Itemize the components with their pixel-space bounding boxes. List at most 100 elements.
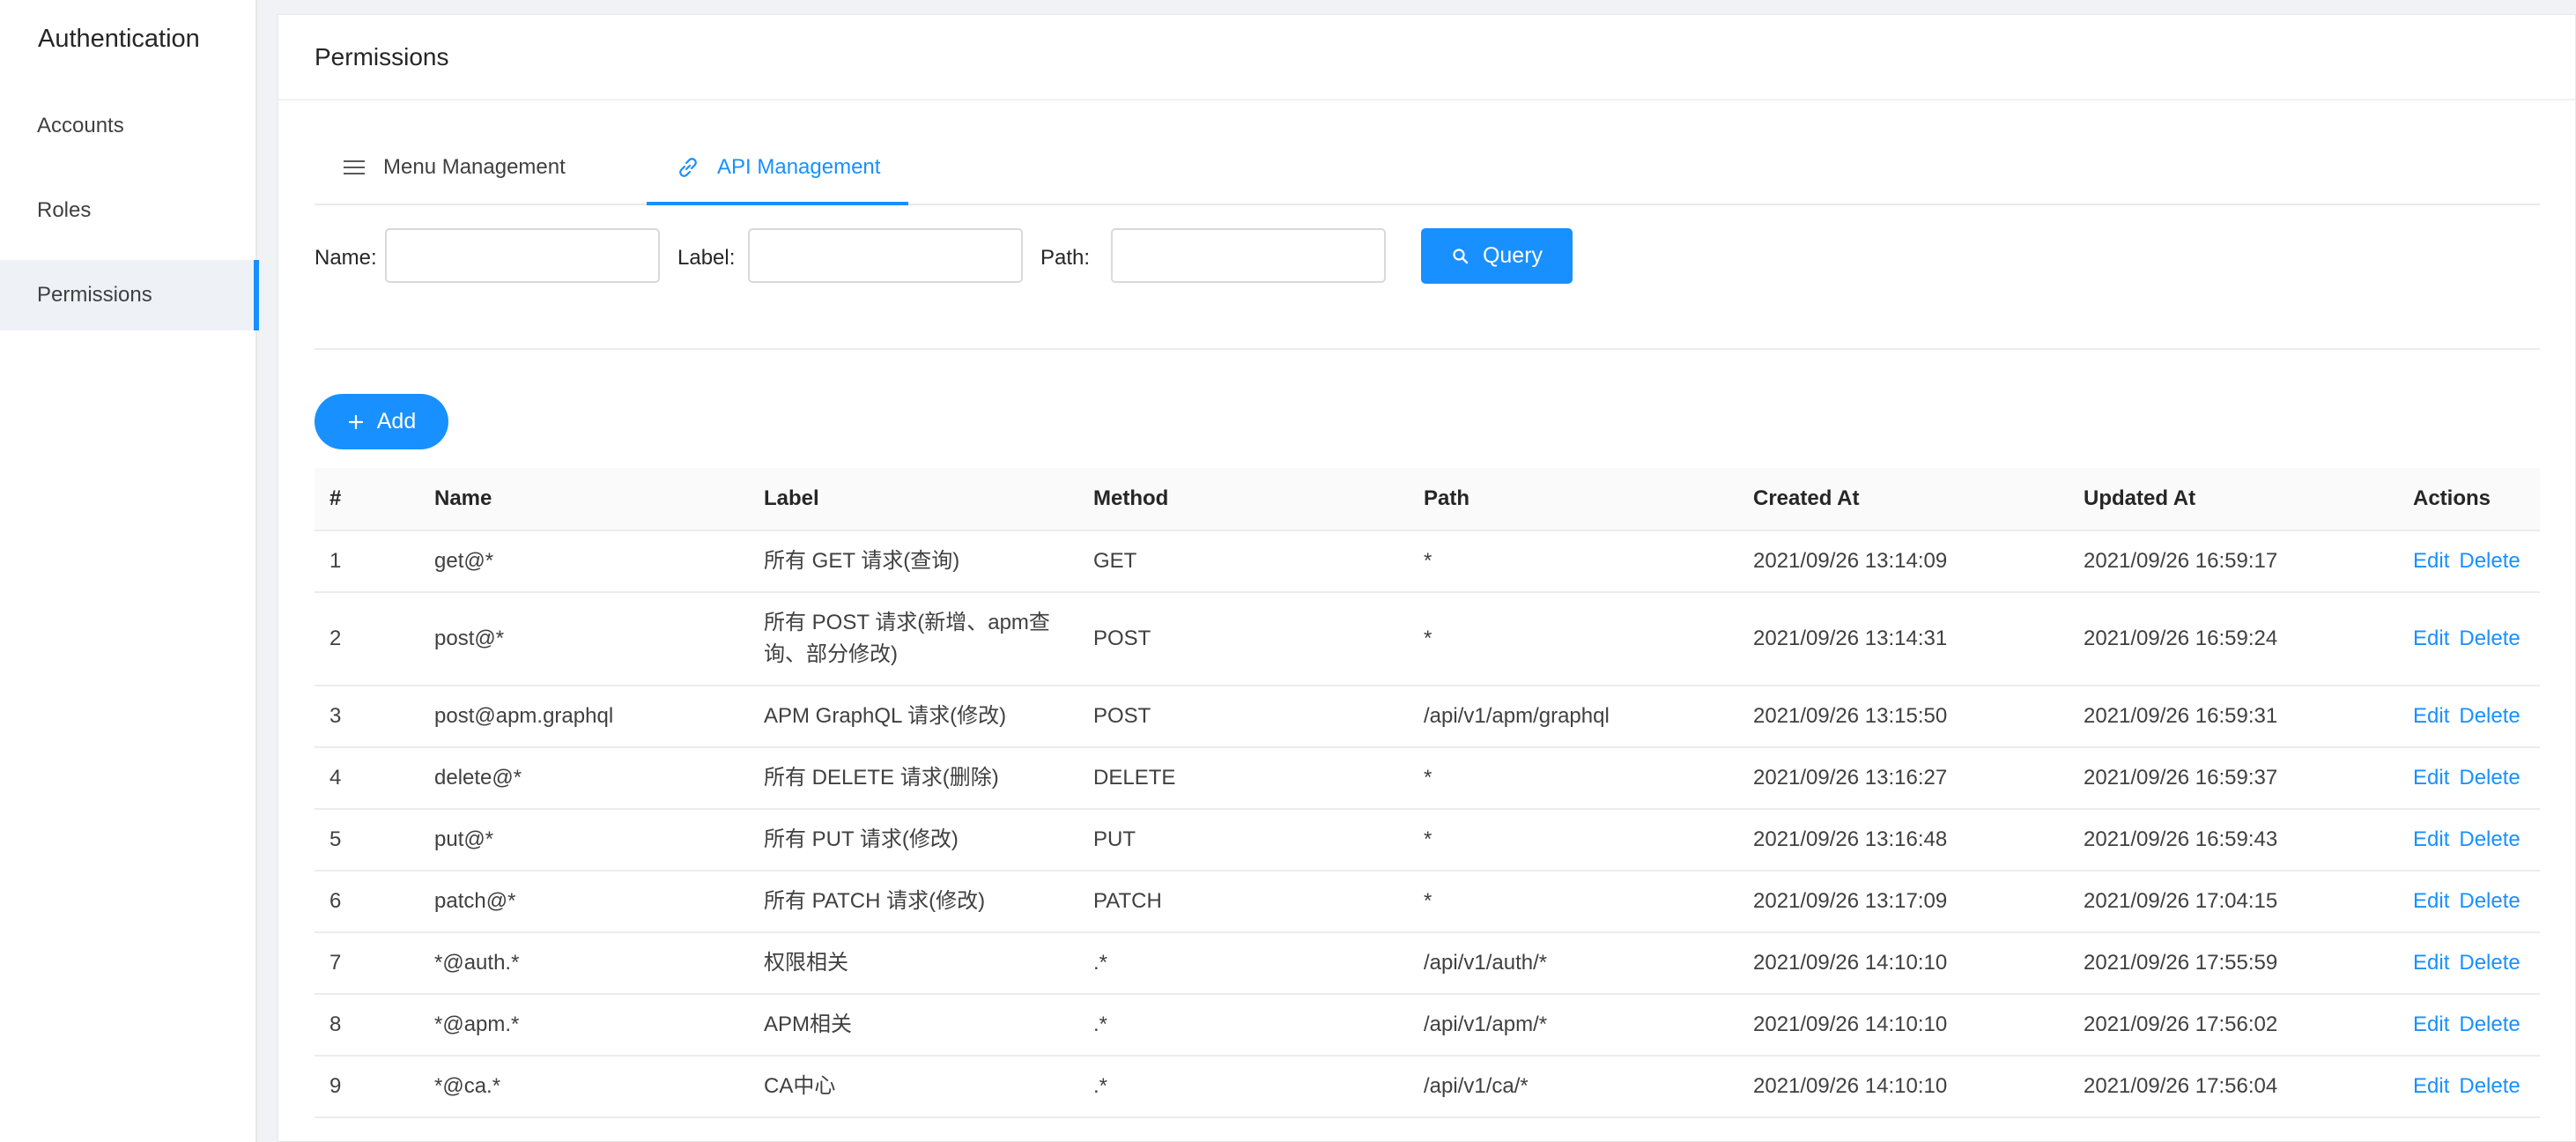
cell-method: POST bbox=[1093, 704, 1151, 728]
cell-path: * bbox=[1424, 766, 1432, 790]
cell-updated-at: 2021/09/26 17:04:15 bbox=[2084, 889, 2278, 913]
query-button[interactable]: Query bbox=[1421, 228, 1573, 284]
column-header-actions: Actions bbox=[2413, 486, 2491, 510]
cell-label: 权限相关 bbox=[764, 951, 848, 975]
sidebar-item-permissions[interactable]: Permissions bbox=[0, 260, 259, 330]
cell-method: POST bbox=[1093, 627, 1151, 650]
cell-method: GET bbox=[1093, 549, 1137, 573]
cell-actions: Edit Delete bbox=[2413, 995, 2520, 1055]
table-row: 3 post@apm.graphql APM GraphQL 请求(修改) PO… bbox=[315, 686, 2540, 748]
edit-link[interactable]: Edit bbox=[2413, 1071, 2449, 1102]
column-header-method: Method bbox=[1093, 486, 1169, 510]
delete-link[interactable]: Delete bbox=[2459, 701, 2520, 732]
cell-label: 所有 DELETE 请求(删除) bbox=[764, 766, 999, 790]
cell-index: 3 bbox=[329, 704, 342, 728]
cell-name: patch@* bbox=[434, 889, 516, 913]
cell-label: 所有 PATCH 请求(修改) bbox=[764, 889, 986, 913]
cell-updated-at: 2021/09/26 16:59:17 bbox=[2084, 549, 2278, 573]
name-input[interactable] bbox=[385, 228, 660, 283]
tab-bar: Menu Management API Management bbox=[315, 131, 2540, 205]
cell-actions: Edit Delete bbox=[2413, 531, 2520, 591]
cell-index: 5 bbox=[329, 827, 342, 851]
edit-link[interactable]: Edit bbox=[2413, 623, 2449, 655]
label-input[interactable] bbox=[748, 228, 1023, 283]
delete-link[interactable]: Delete bbox=[2459, 762, 2520, 794]
sidebar-item-accounts[interactable]: Accounts bbox=[0, 91, 257, 161]
cell-label: 所有 GET 请求(查询) bbox=[764, 549, 960, 573]
tab-menu-management[interactable]: Menu Management bbox=[341, 131, 566, 204]
cell-actions: Edit Delete bbox=[2413, 871, 2520, 931]
add-label: Add bbox=[376, 409, 417, 434]
column-header-name: Name bbox=[434, 486, 492, 510]
name-label: Name: bbox=[315, 246, 377, 270]
cell-path: /api/v1/apm/* bbox=[1424, 1012, 1548, 1036]
tab-label: Menu Management bbox=[383, 155, 566, 179]
table-row: 2 post@* 所有 POST 请求(新增、apm查询、部分修改) POST … bbox=[315, 593, 2540, 686]
delete-link[interactable]: Delete bbox=[2459, 1009, 2520, 1041]
cell-path: /api/v1/auth/* bbox=[1424, 951, 1548, 975]
delete-link[interactable]: Delete bbox=[2459, 886, 2520, 917]
cell-actions: Edit Delete bbox=[2413, 686, 2520, 746]
cell-path: /api/v1/ca/* bbox=[1424, 1074, 1529, 1098]
cell-actions: Edit Delete bbox=[2413, 810, 2520, 870]
path-input[interactable] bbox=[1111, 228, 1386, 283]
edit-link[interactable]: Edit bbox=[2413, 886, 2449, 917]
add-button[interactable]: Add bbox=[315, 394, 448, 449]
column-header-path: Path bbox=[1424, 486, 1470, 510]
column-header-created-at: Created At bbox=[1753, 486, 1860, 510]
table-row: 1 get@* 所有 GET 请求(查询) GET * 2021/09/26 1… bbox=[315, 531, 2540, 593]
cell-label: APM相关 bbox=[764, 1012, 853, 1036]
cell-name: get@* bbox=[434, 549, 494, 573]
cell-created-at: 2021/09/26 13:16:27 bbox=[1753, 766, 1948, 790]
edit-link[interactable]: Edit bbox=[2413, 762, 2449, 794]
cell-updated-at: 2021/09/26 16:59:37 bbox=[2084, 766, 2278, 790]
table-row: 5 put@* 所有 PUT 请求(修改) PUT * 2021/09/26 1… bbox=[315, 810, 2540, 871]
delete-link[interactable]: Delete bbox=[2459, 1071, 2520, 1102]
cell-index: 7 bbox=[329, 951, 342, 975]
tab-label: API Management bbox=[717, 155, 881, 179]
column-header-index: # bbox=[329, 486, 342, 510]
cell-label: APM GraphQL 请求(修改) bbox=[764, 704, 1007, 728]
edit-link[interactable]: Edit bbox=[2413, 545, 2449, 577]
cell-index: 8 bbox=[329, 1012, 342, 1036]
label-label: Label: bbox=[677, 246, 736, 270]
menu-icon bbox=[344, 160, 365, 174]
cell-name: post@* bbox=[434, 627, 505, 650]
search-icon bbox=[1453, 248, 1469, 263]
delete-link[interactable]: Delete bbox=[2459, 623, 2520, 655]
cell-name: delete@* bbox=[434, 766, 522, 790]
cell-index: 4 bbox=[329, 766, 342, 790]
column-header-label: Label bbox=[764, 486, 819, 510]
tab-api-management[interactable]: API Management bbox=[646, 131, 909, 205]
table-row: 7 *@auth.* 权限相关 .* /api/v1/auth/* 2021/0… bbox=[315, 933, 2540, 995]
cell-label: 所有 POST 请求(新增、apm查询、部分修改) bbox=[764, 611, 1050, 666]
cell-created-at: 2021/09/26 13:17:09 bbox=[1753, 889, 1948, 913]
divider bbox=[315, 348, 2540, 350]
cell-method: PUT bbox=[1093, 827, 1136, 851]
edit-link[interactable]: Edit bbox=[2413, 701, 2449, 732]
delete-link[interactable]: Delete bbox=[2459, 824, 2520, 856]
cell-actions: Edit Delete bbox=[2413, 593, 2520, 685]
delete-link[interactable]: Delete bbox=[2459, 545, 2520, 577]
cell-updated-at: 2021/09/26 16:59:43 bbox=[2084, 827, 2278, 851]
link-icon bbox=[679, 158, 697, 177]
cell-created-at: 2021/09/26 13:16:48 bbox=[1753, 827, 1948, 851]
cell-updated-at: 2021/09/26 17:55:59 bbox=[2084, 951, 2278, 975]
cell-name: *@auth.* bbox=[434, 951, 520, 975]
delete-link[interactable]: Delete bbox=[2459, 947, 2520, 979]
sidebar-item-label: Roles bbox=[37, 198, 92, 222]
cell-actions: Edit Delete bbox=[2413, 1057, 2520, 1116]
sidebar: Authentication Accounts Roles Permission… bbox=[0, 0, 259, 1142]
column-header-updated-at: Updated At bbox=[2084, 486, 2196, 510]
cell-method: .* bbox=[1093, 1012, 1108, 1036]
cell-name: *@ca.* bbox=[434, 1074, 501, 1098]
cell-updated-at: 2021/09/26 16:59:31 bbox=[2084, 704, 2278, 728]
sidebar-item-label: Accounts bbox=[37, 114, 124, 137]
cell-path: * bbox=[1424, 627, 1432, 650]
edit-link[interactable]: Edit bbox=[2413, 1009, 2449, 1041]
cell-updated-at: 2021/09/26 17:56:02 bbox=[2084, 1012, 2278, 1036]
edit-link[interactable]: Edit bbox=[2413, 947, 2449, 979]
edit-link[interactable]: Edit bbox=[2413, 824, 2449, 856]
cell-index: 9 bbox=[329, 1074, 342, 1098]
sidebar-item-roles[interactable]: Roles bbox=[0, 175, 257, 246]
